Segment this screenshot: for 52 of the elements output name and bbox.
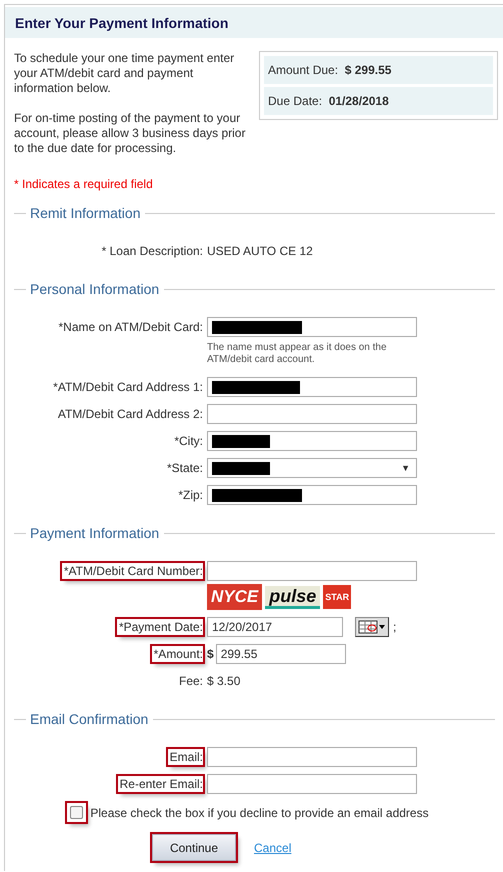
currency-sign: $ [207, 646, 214, 663]
input-field[interactable] [207, 485, 417, 505]
field-label: Re-enter Email: [118, 776, 203, 792]
cancel-link[interactable]: Cancel [254, 840, 292, 854]
field-label: *Name on ATM/Debit Card: [58, 319, 203, 335]
input-field[interactable] [207, 404, 417, 424]
redaction-bar [212, 434, 270, 448]
field-suffix: ; [393, 619, 396, 636]
field-label: Email: [168, 749, 203, 765]
field-value: USED AUTO CE 12 [207, 243, 314, 260]
input-field[interactable] [207, 747, 417, 767]
redaction-bar [212, 462, 270, 474]
field-label: *State: [166, 460, 203, 476]
card-network-logo: STAR [323, 585, 352, 609]
section-heading: Remit Information [30, 205, 140, 221]
field-label: *City: [173, 433, 203, 449]
summary-label: Due Date: [268, 94, 322, 108]
input-field[interactable] [207, 561, 417, 581]
section-heading: Personal Information [30, 281, 160, 297]
input-field[interactable] [207, 377, 417, 397]
date-field[interactable]: 12/20/2017 [207, 617, 343, 637]
section-heading: Payment Information [30, 525, 160, 541]
field-label: *ATM/Debit Card Address 1: [52, 379, 203, 395]
decline-checkbox[interactable] [70, 806, 84, 819]
required-note: * Indicates a required field [13, 176, 154, 191]
continue-button[interactable]: Continue [152, 834, 236, 861]
card-network-logo: NYCE [207, 584, 262, 610]
intro-paragraph: To schedule your one time payment enter your ATM/debit card and payment information below. [14, 51, 236, 96]
field-label: *ATM/Debit Card Number: [62, 563, 203, 579]
field-label: ATM/Debit Card Address 2: [56, 406, 203, 422]
field-label: * Loan Description: [100, 243, 203, 259]
input-field[interactable] [207, 431, 417, 451]
field-hint: The name must appear as it does on the ATM/debit card account. [207, 342, 388, 366]
section-heading: Email Confirmation [30, 711, 148, 727]
input-field[interactable] [207, 774, 417, 794]
field-label: *Zip: [177, 487, 203, 503]
checkbox-label: Please check the box if you decline to provide an email address [90, 806, 429, 820]
page-title: Enter Your Payment Information [5, 7, 503, 38]
amount-field[interactable]: 299.55 [216, 644, 346, 664]
field-label: *Amount: [152, 646, 203, 662]
calendar-button[interactable] [355, 617, 389, 637]
summary-value: 01/28/2018 [328, 94, 389, 108]
intro-paragraph: For on-time posting of the payment to your account, please allow 3 business days prior to the due date for processing. [14, 111, 246, 156]
input-field[interactable] [207, 317, 417, 337]
field-value: $ 3.50 [207, 673, 242, 690]
calendar-icon [358, 620, 386, 634]
field-label: Fee: [178, 673, 203, 689]
state-select[interactable]: ▼ [207, 458, 417, 478]
field-label: *Payment Date: [116, 619, 203, 635]
summary-value: $ 299.55 [344, 63, 392, 77]
card-network-logo: pulse [265, 586, 320, 608]
summary-label: Amount Due: [268, 63, 338, 77]
